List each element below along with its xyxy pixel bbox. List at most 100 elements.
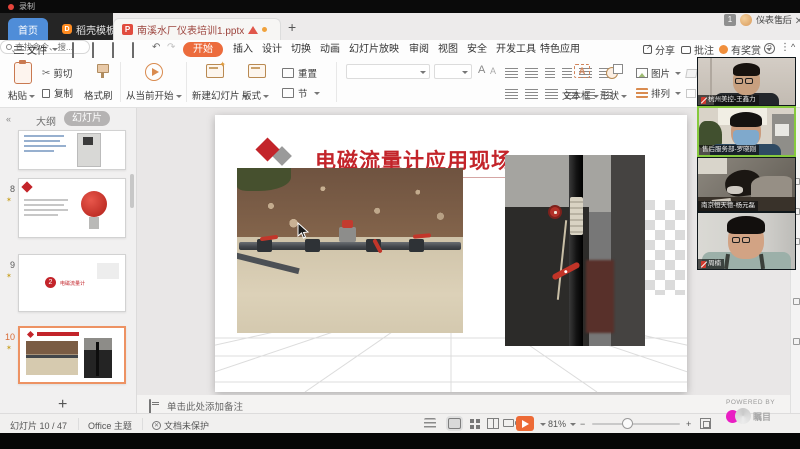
font-family-select[interactable] [346,64,430,79]
menu-tab-design[interactable]: 设计 [262,42,282,57]
paste-button[interactable] [12,62,32,84]
section-button[interactable]: 节 [282,86,320,100]
increase-font-button[interactable]: A [478,64,485,76]
layout-button[interactable] [248,64,266,78]
menu-tab-special[interactable]: 特色应用 [540,42,580,57]
notes-placeholder[interactable]: 单击此处添加备注 [167,399,243,413]
menu-tab-slideshow[interactable]: 幻灯片放映 [349,42,399,57]
zoom-slider-track[interactable] [592,423,680,425]
current-slide[interactable]: 电磁流量计应用现场 [215,115,687,392]
protection-status[interactable]: ✕ 文档未保护 [152,419,209,432]
new-slide-button[interactable] [200,64,224,78]
copy-button[interactable]: 复制 [42,86,73,100]
thumb-logo [21,181,32,192]
zoom-slider-knob[interactable] [622,418,633,429]
slide-thumbnail-partial[interactable] [18,130,126,170]
text-box-button[interactable]: A [568,64,590,78]
video-participant-4[interactable]: 周楠 [697,212,796,270]
play-options-caret[interactable] [540,423,546,426]
video-participant-3[interactable]: 南京恒天德-杨元磊 [697,157,796,212]
panel-icon[interactable] [793,298,800,305]
format-painter-label[interactable]: 格式刷 [84,88,113,102]
layout-label[interactable]: 版式 [242,88,269,102]
save-button[interactable] [72,43,85,55]
tab-document[interactable]: P 南溪水厂仪表培训1.pptx [113,18,281,40]
cut-button[interactable]: ✂ 剪切 [42,66,72,80]
redo-button[interactable]: ↷ [167,42,175,54]
comment-button[interactable]: 批注 [681,42,714,57]
photo-indoor-flowmeter[interactable] [505,155,645,346]
slide-sorter-button[interactable] [470,419,474,423]
photo-outdoor-flowmeter[interactable] [237,168,463,333]
align-center-icon[interactable] [525,89,538,99]
print-preview-button[interactable] [132,43,145,55]
play-from-current-label[interactable]: 从当前开始 [126,88,182,102]
fullscreen-button[interactable] [700,418,711,429]
menu-tab-view[interactable]: 视图 [438,42,458,57]
theme-label[interactable]: Office 主题 [88,419,132,432]
paste-label[interactable]: 粘贴 [8,88,35,102]
new-slide-label[interactable]: 新建幻灯片 [192,88,248,102]
add-slide-button[interactable]: + [58,396,67,414]
zoom-caret[interactable] [570,423,576,426]
menu-tab-devtools[interactable]: 开发工具 [496,42,536,57]
normal-view-button[interactable] [448,418,461,429]
notes-bar[interactable]: 单击此处添加备注 [137,395,800,413]
panel-icon[interactable] [793,338,800,345]
slide-thumbnail-8[interactable] [18,178,126,238]
print-button[interactable] [112,43,125,55]
picture-button[interactable]: 图片 [636,66,681,80]
shapes-label[interactable]: 形状 [600,88,627,102]
align-right-icon[interactable] [545,89,558,99]
more-button[interactable]: ⋮ [780,42,790,53]
bullet-list-icon[interactable] [505,68,518,78]
menu-tab-home[interactable]: 开始 [183,42,223,57]
text-box-label[interactable]: 文本框 [562,88,599,102]
slide-thumbnail-10-selected[interactable] [18,326,126,384]
export-button[interactable] [92,43,105,55]
reading-view-button[interactable] [487,418,499,429]
undo-button[interactable]: ↶ [152,42,160,54]
format-painter-button[interactable] [88,64,108,78]
warning-icon[interactable] [248,26,258,34]
numbered-list-icon[interactable] [525,68,538,78]
recording-bar: 录制 [0,0,800,13]
menu-tab-insert[interactable]: 插入 [233,42,253,57]
menu-tab-transition[interactable]: 切换 [291,42,311,57]
collapse-ribbon-button[interactable]: ^ [791,42,795,52]
arrange-button[interactable]: 排列 [636,86,681,100]
play-from-current-button[interactable] [137,63,163,81]
reset-button[interactable]: 重置 [282,66,317,80]
panel-collapse-button[interactable]: « [6,114,11,124]
zoom-in-button[interactable]: + [686,419,691,429]
slide-thumbnail-9[interactable]: 2 电磁流量计 [18,254,126,312]
decrease-font-button[interactable]: A [490,66,496,76]
shapes-button[interactable] [604,64,622,78]
font-size-select[interactable] [434,64,472,79]
file-menu-button[interactable]: 文件 [14,42,58,57]
menu-tab-review[interactable]: 审阅 [409,42,429,57]
panel-scrollbar[interactable] [130,174,134,208]
zoom-level[interactable]: 81% [548,419,566,429]
video-participant-1[interactable]: 杭州美控-王鑫力 [697,57,796,106]
new-tab-button[interactable]: + [288,19,296,35]
menu-tab-animation[interactable]: 动画 [320,42,340,57]
user-avatar[interactable] [740,14,752,26]
share-button[interactable]: 分享 [643,42,675,57]
user-cluster[interactable]: 1 仪表售后 [724,13,800,26]
zoom-out-button[interactable]: − [580,419,585,429]
align-left-icon[interactable] [505,89,518,99]
editing-canvas[interactable]: 电磁流量计应用现场 [137,108,790,395]
notes-toggle-icon[interactable] [424,418,436,429]
video-conference-panel[interactable]: 杭州美控-王鑫力 售后服务部-罗晓刚 南京恒 [697,57,796,270]
help-button[interactable]: ? [764,43,775,54]
notification-badge[interactable]: 1 [724,14,736,26]
tab-home[interactable]: 首页 [8,18,48,40]
record-button[interactable] [503,419,514,427]
tab-slides[interactable]: 幻灯片 [64,111,110,126]
decrease-indent-icon[interactable] [545,68,555,78]
tab-outline[interactable]: 大纲 [36,113,56,128]
menu-tab-security[interactable]: 安全 [467,42,487,57]
slideshow-play-button[interactable] [516,416,534,431]
video-participant-2-active[interactable]: 售后服务部-罗晓刚 [697,106,796,157]
